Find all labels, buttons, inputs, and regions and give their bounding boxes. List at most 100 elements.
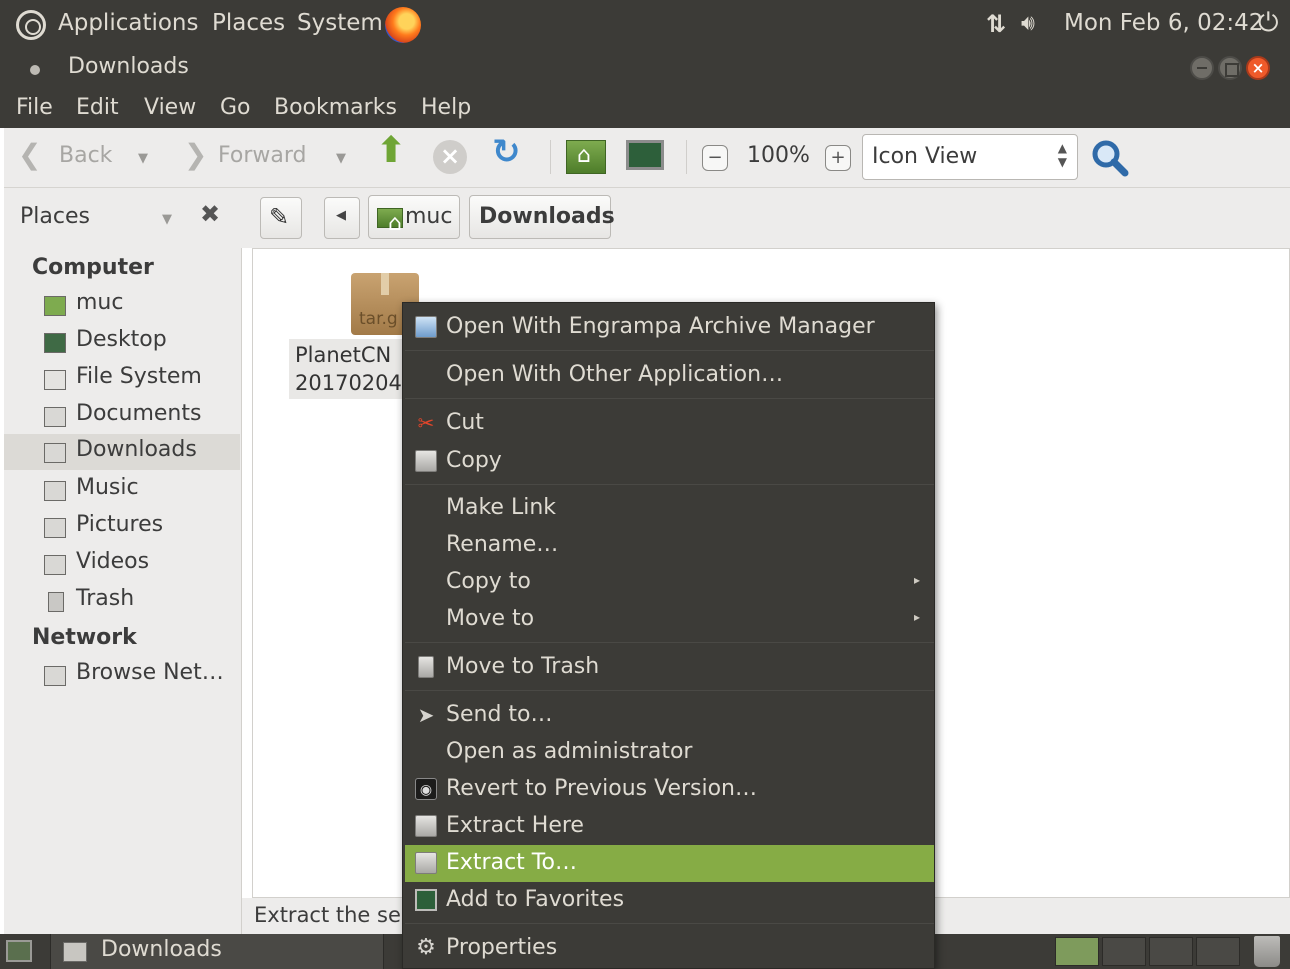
menu-item-label: Extract Here [446,813,584,838]
sidebar-item-browse-network[interactable]: Browse Net… [4,657,240,693]
menu-item-label: Send to… [446,702,553,727]
taskbar-item-downloads[interactable]: Downloads [50,934,384,969]
menu-separator [405,923,934,924]
show-desktop-icon[interactable] [6,940,32,962]
engrampa-icon [415,316,437,338]
system-menu[interactable]: System [297,10,383,36]
menu-item-make-link[interactable]: Make Link [405,490,934,527]
forward-button[interactable]: ❯ Forward ▼ [184,134,354,180]
home-folder-icon [44,296,66,316]
stop-icon[interactable]: × [433,140,467,174]
menu-item-revert-previous-version[interactable]: ◉ Revert to Previous Version… [405,771,934,808]
firefox-icon[interactable] [385,7,421,43]
menu-item-cut[interactable]: ✂ Cut [405,405,934,442]
side-pane-dropdown-icon[interactable]: ▼ [162,212,172,227]
sidebar-item-music[interactable]: Music [4,472,240,508]
forward-arrow-icon: ❯ [184,138,208,171]
up-arrow-icon[interactable]: ⬆ [376,130,406,171]
menu-file[interactable]: File [16,95,53,120]
search-icon[interactable] [1090,138,1130,178]
menu-item-open-as-administrator[interactable]: Open as administrator [405,734,934,771]
menu-separator [405,350,934,351]
home-folder-icon[interactable] [566,140,606,174]
downloads-folder-icon [44,443,66,463]
menu-item-copy-to[interactable]: Copy to ▸ [405,564,934,601]
sidebar-item-pictures[interactable]: Pictures [4,509,240,545]
trash-icon [48,592,64,612]
power-icon[interactable]: ⏻ [1258,8,1279,39]
reload-icon[interactable]: ↻ [492,132,521,172]
sidebar-item-trash[interactable]: Trash [4,583,240,619]
close-button[interactable]: × [1246,56,1270,80]
computer-header: Computer [32,255,154,280]
menu-item-copy[interactable]: Copy [405,443,934,480]
forward-history-arrow-icon[interactable]: ▼ [336,151,346,166]
box-tape [381,273,389,295]
back-arrow-icon: ❮ [18,138,42,171]
desktop-icon [44,333,66,353]
sidebar-item-documents[interactable]: Documents [4,398,240,434]
sidebar-item-downloads[interactable]: Downloads [4,434,240,470]
menu-item-open-with-engrampa[interactable]: Open With Engrampa Archive Manager [405,309,934,346]
toolbar-separator [686,140,687,174]
menu-item-label: Copy [446,448,502,473]
ubuntu-logo-icon[interactable] [16,10,46,40]
videos-folder-icon [44,555,66,575]
breadcrumb-muc[interactable]: muc [368,195,460,239]
breadcrumb-muc-label: muc [405,204,453,229]
menu-item-move-to[interactable]: Move to ▸ [405,601,934,638]
maximize-button[interactable] [1218,56,1242,80]
menu-bookmarks[interactable]: Bookmarks [274,95,397,120]
zoom-level: 100% [747,143,810,168]
back-history-arrow-icon[interactable]: ▼ [138,151,148,166]
clock[interactable]: Mon Feb 6, 02:42 [1064,10,1263,36]
sidebar-item-file-system[interactable]: File System [4,361,240,397]
workspace-1[interactable] [1055,937,1099,966]
file-name-line1: PlanetCN [295,343,392,367]
sidebar-item-label: Trash [76,586,135,611]
menu-help[interactable]: Help [421,95,471,120]
toggle-location-button[interactable]: ✎ [260,197,302,239]
places-menu[interactable]: Places [212,10,285,36]
sidebar-item-label: File System [76,364,202,389]
breadcrumb-downloads[interactable]: Downloads [469,195,615,239]
window-menu-dot-icon[interactable] [30,65,40,75]
network-icon[interactable]: ⇅ [986,10,1006,38]
sidebar-item-videos[interactable]: Videos [4,546,240,582]
menu-item-move-to-trash[interactable]: Move to Trash [405,649,934,686]
window-titlebar[interactable]: Downloads × [0,48,1290,90]
view-mode-select[interactable]: Icon View ▲ ▼ [862,134,1078,180]
left-arrow-icon: ◀ [336,208,346,223]
zoom-in-button[interactable]: + [825,145,851,171]
sidebar-item-muc[interactable]: muc [4,287,240,323]
breadcrumb-left-button[interactable]: ◀ [324,197,360,239]
menu-item-open-with-other[interactable]: Open With Other Application… [405,357,934,394]
sidebar-item-desktop[interactable]: Desktop [4,324,240,360]
workspace-2[interactable] [1102,937,1146,966]
computer-icon[interactable] [626,140,664,170]
menu-item-extract-here[interactable]: Extract Here [405,808,934,845]
side-pane-label[interactable]: Places [20,204,90,229]
scissors-icon: ✂ [417,411,435,435]
menu-item-send-to[interactable]: ➤ Send to… [405,697,934,734]
trash-applet-icon[interactable] [1254,936,1280,967]
menu-go[interactable]: Go [220,95,251,120]
menu-edit[interactable]: Edit [76,95,119,120]
file-name-line2: 20170204 [295,371,402,395]
menu-item-extract-to[interactable]: Extract To… [405,845,934,882]
minimize-button[interactable] [1190,56,1214,80]
menu-item-properties[interactable]: ⚙ Properties [405,930,934,967]
menu-item-rename[interactable]: Rename… [405,527,934,564]
back-button[interactable]: ❮ Back ▼ [18,134,168,180]
workspace-3[interactable] [1149,937,1193,966]
menu-item-add-to-favorites[interactable]: Add to Favorites [405,882,934,919]
menu-view[interactable]: View [144,95,196,120]
workspace-4[interactable] [1196,937,1240,966]
volume-icon[interactable]: 🔊︎ [1021,11,1035,36]
file-name-label[interactable]: PlanetCN 20170204 [289,339,409,399]
menu-item-label: Add to Favorites [446,887,625,912]
applications-menu[interactable]: Applications [58,10,199,36]
documents-folder-icon [44,407,66,427]
close-pane-icon[interactable]: ✖ [200,200,220,228]
zoom-out-button[interactable]: − [702,145,728,171]
